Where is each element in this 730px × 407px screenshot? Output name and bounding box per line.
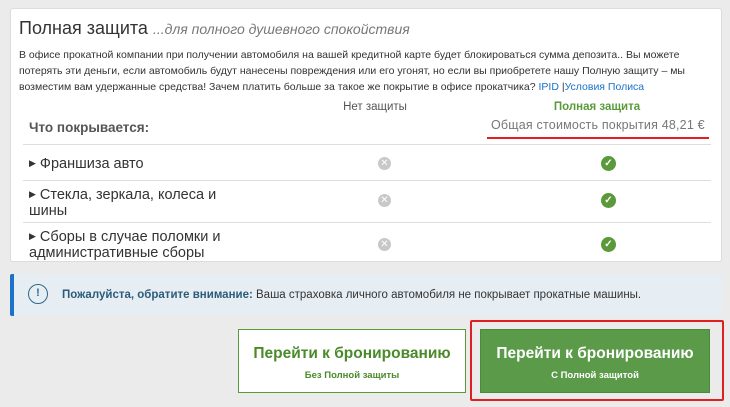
button-label: Перейти к бронированию [253,345,451,362]
coverage-row-label: ▶ Сборы в случае поломки и административн… [29,229,221,261]
total-coverage-cost: Общая стоимость покрытия 48,21 € [491,118,705,132]
expand-triangle-icon: ▶ [29,231,36,241]
highlight-underline [487,137,709,139]
full-protection-card: Полная защита ...для полного душевного с… [10,8,722,262]
notice-bold: Пожалуйста, обратите внимание: [62,289,253,301]
check-circle-icon: ✓ [601,193,616,208]
title-subtitle: ...для полного душевного спокойствия [152,21,410,37]
x-circle-icon: ✕ [378,238,391,251]
expand-triangle-icon: ▶ [29,158,36,168]
expand-triangle-icon: ▶ [29,189,36,199]
coverage-heading: Что покрывается: [29,120,150,135]
check-circle-icon: ✓ [601,156,616,171]
info-icon: ! [28,284,48,304]
book-without-protection-button[interactable]: Перейти к бронированию Без Полной защиты [238,329,466,393]
protection-description: В офисе прокатной компании при получении… [19,47,711,95]
x-circle-icon: ✕ [378,194,391,207]
x-circle-icon: ✕ [378,157,391,170]
coverage-row-glass[interactable]: ▶ Стекла, зеркала, колеса и шины ✕ ✓ [23,180,711,222]
check-circle-icon: ✓ [601,237,616,252]
title-main: Полная защита [19,18,148,38]
notice-body: Ваша страховка личного автомобиля не пок… [252,289,642,301]
button-sublabel: С Полной защитой [551,370,639,381]
button-sublabel: Без Полной защиты [304,370,400,381]
insurance-notice: ! Пожалуйста, обратите внимание: Ваша ст… [10,274,722,316]
coverage-row-label: ▶ Стекла, зеркала, колеса и шины [29,187,217,219]
column-no-protection: Нет защиты [343,101,407,113]
column-full-protection: Полная защита [553,101,641,113]
page-title: Полная защита ...для полного душевного с… [19,18,410,39]
notice-text: Пожалуйста, обратите внимание: Ваша стра… [62,289,641,301]
coverage-row-deductible[interactable]: ▶ Франшиза авто ✕ ✓ [23,144,711,180]
coverage-row-fees[interactable]: ▶ Сборы в случае поломки и административн… [23,222,711,262]
policy-terms-link[interactable]: Условия Полиса [565,81,645,93]
coverage-row-label: ▶ Франшиза авто [29,156,144,172]
book-with-protection-button[interactable]: Перейти к бронированию С Полной защитой [480,329,710,393]
button-label: Перейти к бронированию [496,345,694,362]
ipid-link[interactable]: IPID [538,81,558,93]
